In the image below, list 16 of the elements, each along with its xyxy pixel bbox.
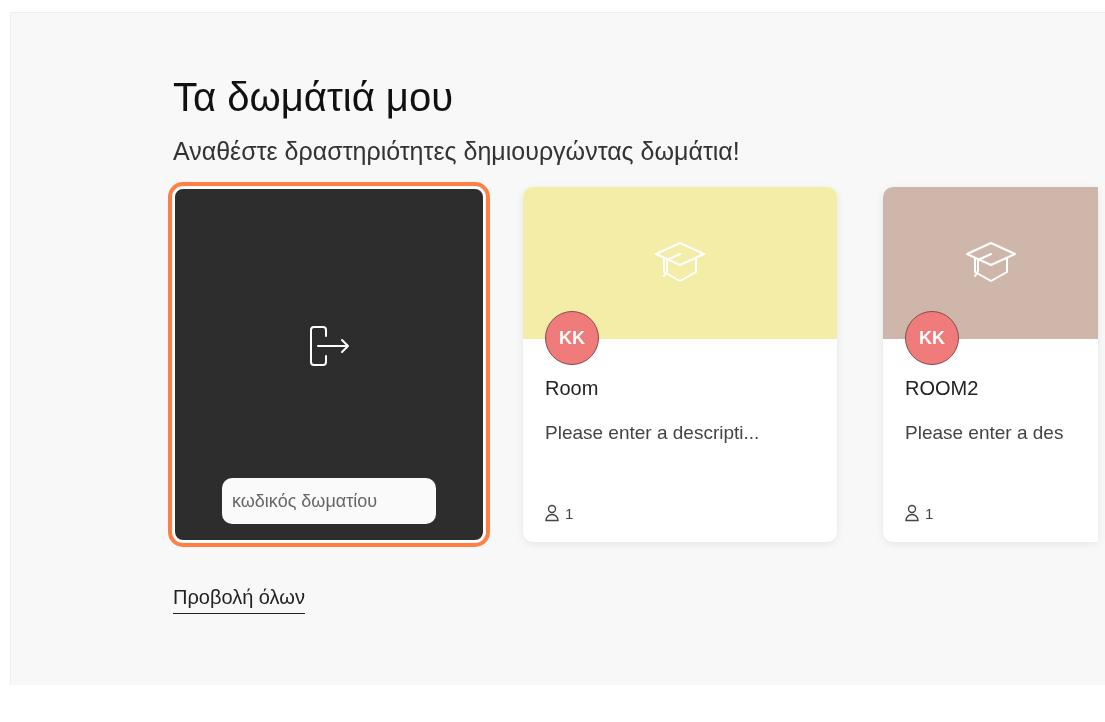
- person-icon: [905, 504, 919, 522]
- member-count: 1: [565, 504, 574, 522]
- room-card[interactable]: KK Room Please enter a descripti... 1: [523, 187, 837, 542]
- page-subtitle: Αναθέστε δραστηριότητες δημιουργώντας δωμάτια!: [173, 136, 741, 167]
- room-name: Room: [545, 377, 600, 400]
- graduation-cap-icon: [653, 239, 707, 285]
- room-code-field[interactable]: κωδικός δωματίου: [222, 478, 436, 524]
- person-icon: [545, 504, 559, 522]
- view-all-link[interactable]: Προβολή όλων: [173, 586, 305, 614]
- page-heading: Τα δωμάτιά μου: [173, 74, 455, 121]
- member-count: 1: [925, 504, 934, 522]
- graduation-cap-icon: [963, 239, 1018, 285]
- room-description: Please enter a des: [905, 422, 1065, 444]
- room-name: ROOM2: [905, 377, 980, 400]
- room-card[interactable]: KK ROOM2 Please enter a des 1: [883, 187, 1098, 542]
- room-description: Please enter a descripti...: [545, 422, 761, 444]
